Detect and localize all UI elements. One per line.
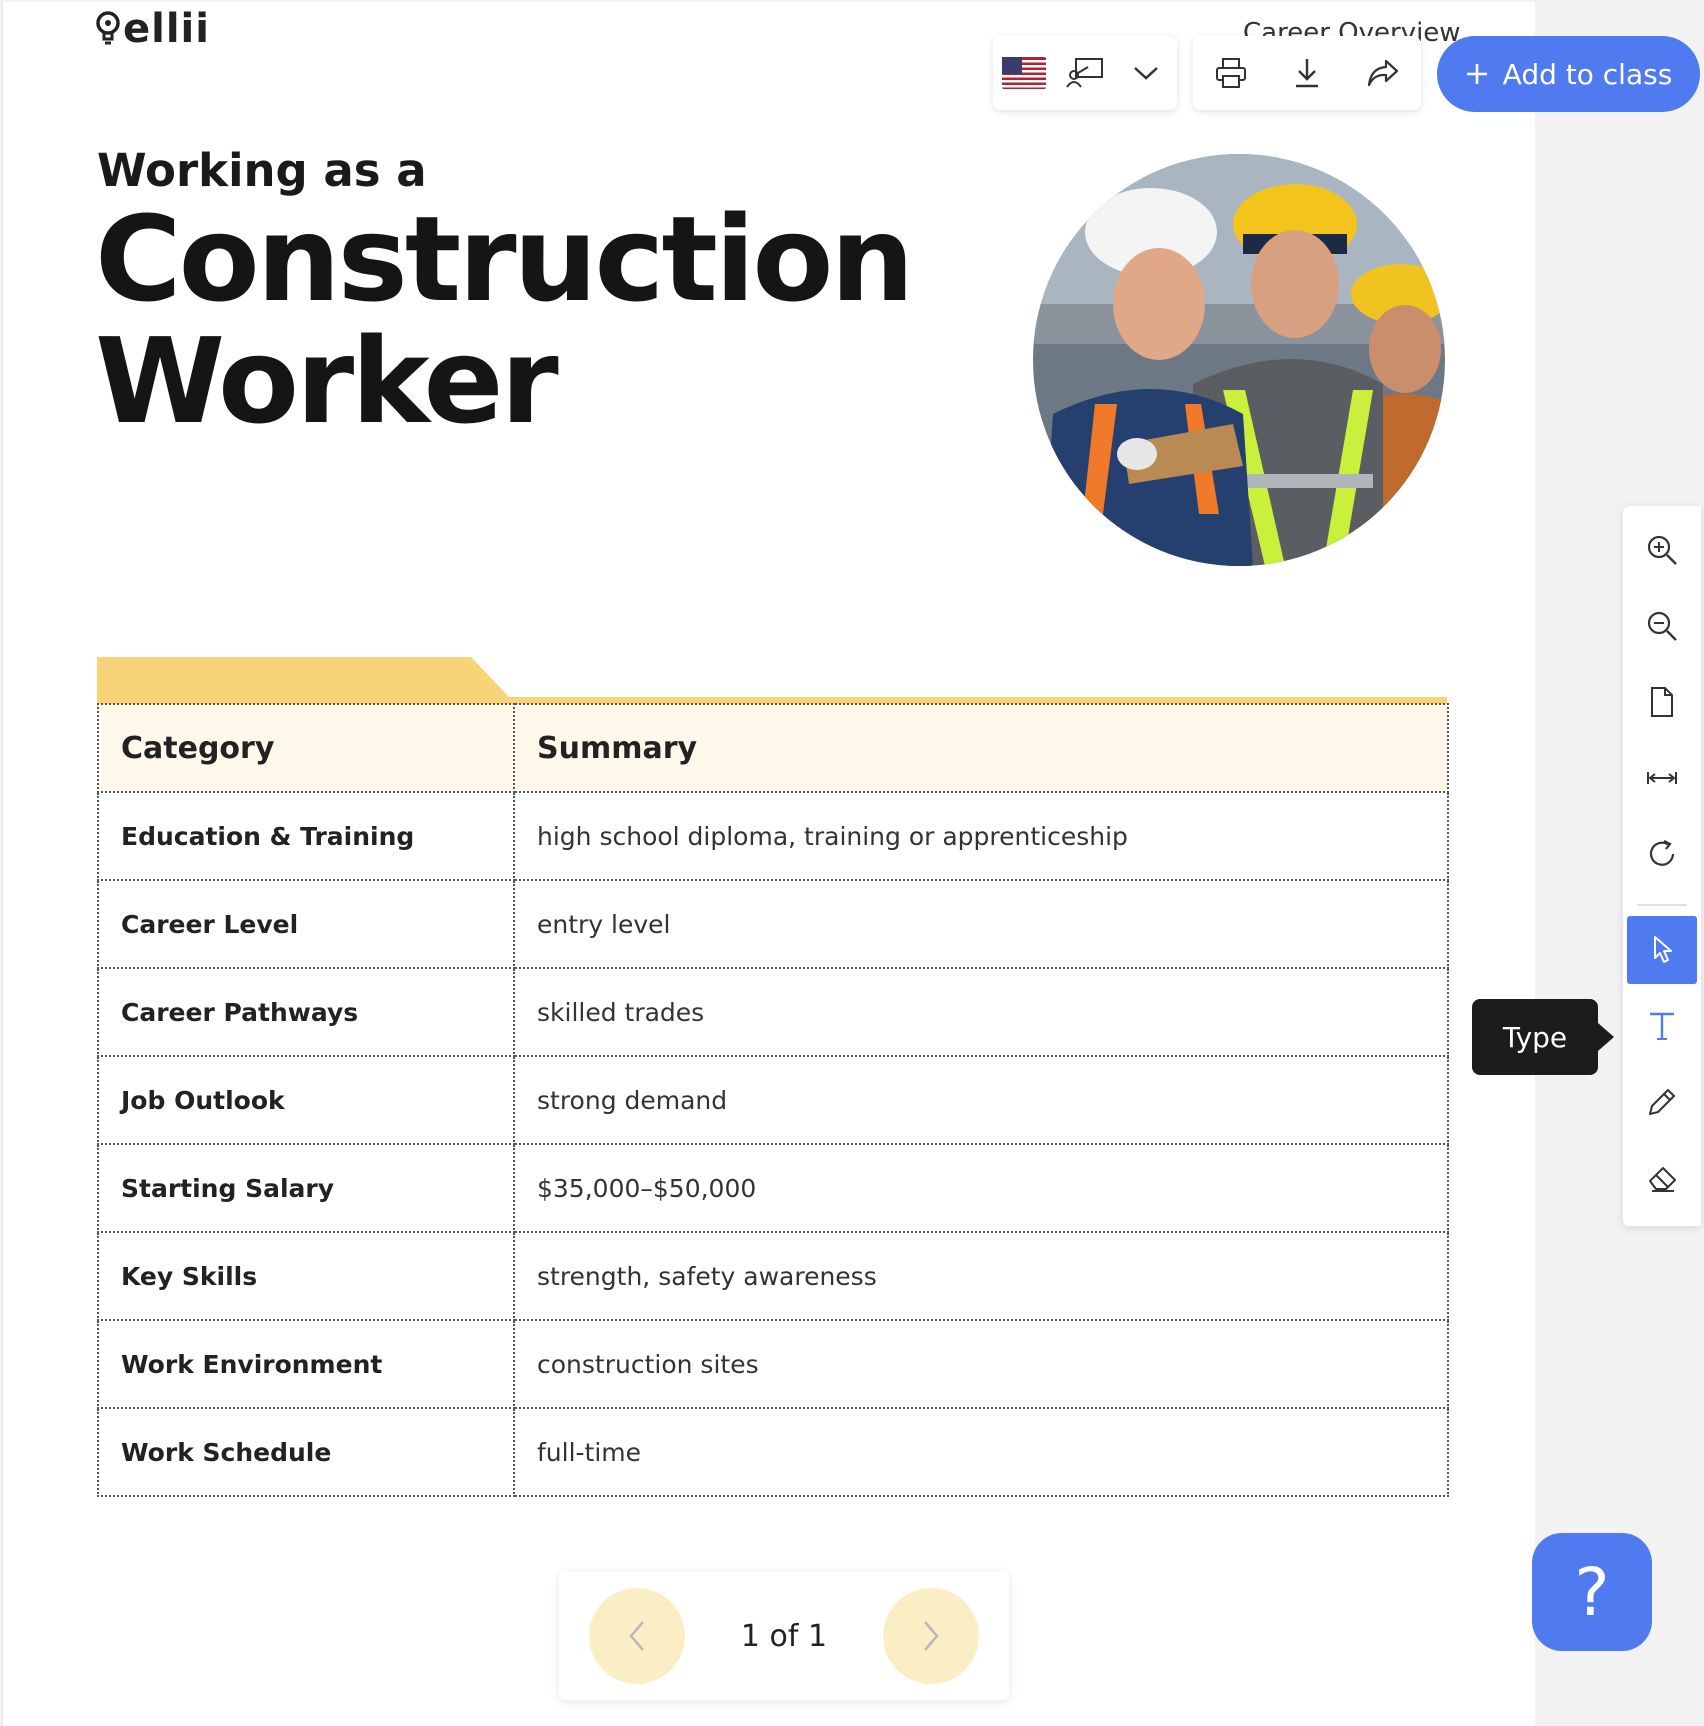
add-to-class-button[interactable]: Add to class — [1437, 36, 1700, 112]
add-to-class-label: Add to class — [1502, 57, 1673, 91]
row-summary: full-time — [513, 1407, 1449, 1497]
zoom-in-button[interactable] — [1627, 516, 1697, 584]
zoom-in-icon — [1647, 535, 1677, 565]
row-category: Career Pathways — [97, 967, 515, 1057]
fit-width-icon — [1647, 772, 1677, 784]
table-row: Career Pathways skilled trades — [97, 967, 1449, 1057]
draw-tool-button[interactable] — [1627, 1068, 1697, 1136]
construction-workers-photo — [1033, 154, 1445, 566]
table-row: Education & Training high school diploma… — [97, 791, 1449, 881]
zoom-out-button[interactable] — [1627, 592, 1697, 660]
page-pager: 1 of 1 — [559, 1572, 1009, 1700]
plus-icon — [1466, 64, 1487, 84]
share-button[interactable] — [1357, 47, 1409, 99]
share-arrow-icon — [1367, 59, 1399, 87]
table-row: Starting Salary $35,000–$50,000 — [97, 1143, 1449, 1233]
type-tooltip: Type — [1472, 999, 1614, 1075]
career-summary-table: Category Summary Education & Training hi… — [97, 703, 1449, 1497]
zoom-out-icon — [1647, 611, 1677, 641]
fit-width-button[interactable] — [1627, 744, 1697, 812]
page-icon — [1651, 687, 1673, 717]
print-button[interactable] — [1205, 47, 1257, 99]
row-category: Job Outlook — [97, 1055, 515, 1145]
row-category: Key Skills — [97, 1231, 515, 1321]
actions-toolbar — [1193, 36, 1421, 110]
previous-page-button[interactable] — [589, 1588, 685, 1684]
row-category: Work Environment — [97, 1319, 515, 1409]
table-row: Work Environment construction sites — [97, 1319, 1449, 1409]
text-tool-icon — [1650, 1012, 1674, 1040]
table-header-row: Category Summary — [97, 703, 1449, 793]
table-row: Career Level entry level — [97, 879, 1449, 969]
chevron-left-icon — [629, 1621, 644, 1651]
title-line-1: Construction — [95, 190, 914, 328]
row-summary: strength, safety awareness — [513, 1231, 1449, 1321]
rail-divider — [1637, 904, 1687, 906]
table-row: Work Schedule full-time — [97, 1407, 1449, 1497]
eraser-icon — [1649, 1167, 1676, 1192]
us-flag-icon — [1001, 57, 1046, 89]
table-tab-band — [97, 657, 1447, 707]
lightbulb-icon — [96, 11, 120, 45]
rotate-icon — [1649, 840, 1675, 866]
row-category: Career Level — [97, 879, 515, 969]
type-tool-button[interactable] — [1627, 992, 1697, 1060]
annotation-tool-rail — [1623, 506, 1701, 1226]
worksheet-title: Construction Worker — [95, 190, 914, 450]
rotate-button[interactable] — [1627, 820, 1697, 888]
pencil-icon — [1649, 1089, 1675, 1115]
row-summary: construction sites — [513, 1319, 1449, 1409]
teacher-view-button[interactable] — [1059, 47, 1111, 99]
language-toolbar — [993, 36, 1177, 110]
row-summary: $35,000–$50,000 — [513, 1143, 1449, 1233]
worksheet-page: ellii Career Overview Working as a Const… — [2, 2, 1535, 1726]
row-category: Work Schedule — [97, 1407, 515, 1497]
header-category: Category — [97, 703, 515, 793]
pointer-cursor-icon — [1654, 936, 1672, 963]
row-category: Starting Salary — [97, 1143, 515, 1233]
download-icon — [1296, 59, 1318, 88]
table-row: Key Skills strength, safety awareness — [97, 1231, 1449, 1321]
table-row: Job Outlook strong demand — [97, 1055, 1449, 1145]
row-summary: high school diploma, training or apprent… — [513, 791, 1449, 881]
row-category: Education & Training — [97, 791, 515, 881]
next-page-button[interactable] — [882, 1588, 979, 1684]
ellii-logo[interactable]: ellii — [95, 6, 210, 52]
printer-icon — [1216, 58, 1246, 88]
logo-text: ellii — [123, 6, 210, 52]
view-dropdown-button[interactable] — [1120, 47, 1172, 99]
help-button[interactable]: ? — [1532, 1533, 1652, 1651]
select-tool-button[interactable] — [1627, 916, 1697, 984]
chevron-down-icon — [1134, 67, 1159, 80]
row-summary: skilled trades — [513, 967, 1449, 1057]
page-indicator: 1 of 1 — [740, 1618, 828, 1654]
row-summary: strong demand — [513, 1055, 1449, 1145]
row-summary: entry level — [513, 879, 1449, 969]
language-flag-button[interactable] — [998, 47, 1050, 99]
title-line-2: Worker — [95, 312, 559, 450]
presenter-board-icon — [1066, 58, 1103, 88]
download-button[interactable] — [1281, 47, 1333, 99]
chevron-right-icon — [924, 1621, 939, 1651]
eraser-tool-button[interactable] — [1627, 1144, 1697, 1212]
header-summary: Summary — [513, 703, 1449, 793]
fit-page-button[interactable] — [1627, 668, 1697, 736]
